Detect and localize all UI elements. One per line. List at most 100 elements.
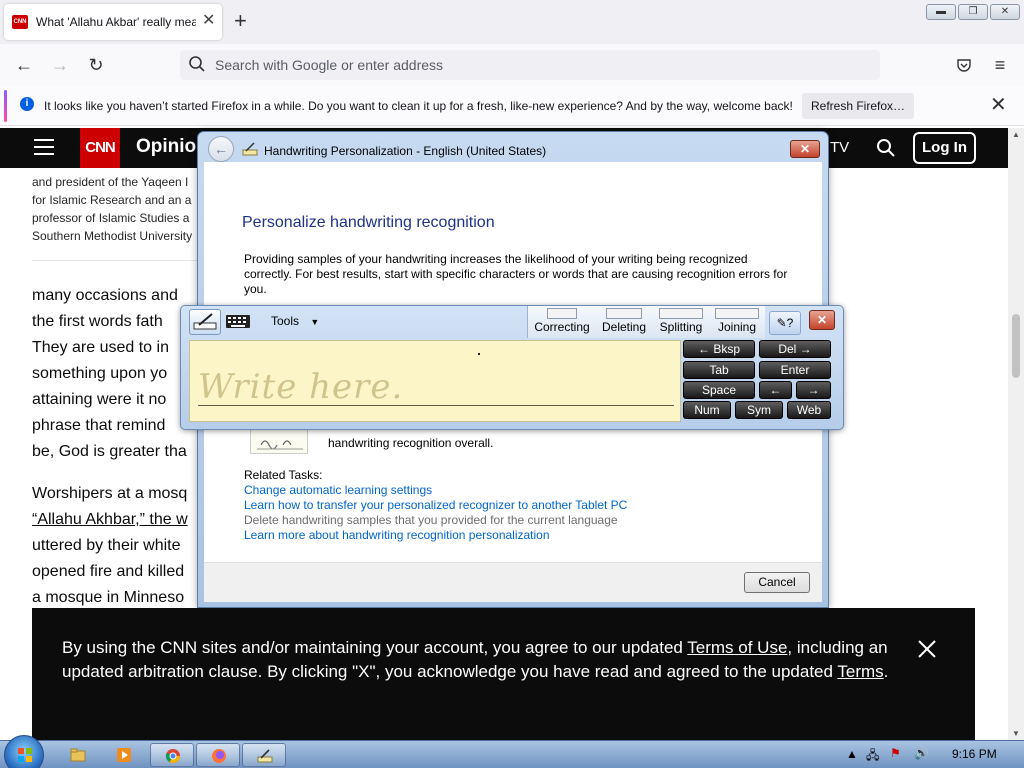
tv-link[interactable]: TV [830,139,849,156]
back-arrow-icon[interactable]: ← [208,136,234,162]
cnn-favicon-icon: CNN [12,15,28,29]
gesture-label: Correcting [534,320,590,334]
scroll-up-icon[interactable]: ▲ [1012,130,1020,139]
cookie-text-part: . [883,662,889,681]
scroll-thumb[interactable] [1012,314,1020,378]
gesture-splitting[interactable]: Splitting [656,308,706,334]
writing-pad-icon [193,313,217,330]
article-line: They are used to in [32,339,169,356]
cookie-banner: By using the CNN sites and/or maintainin… [32,608,975,740]
taskbar: ▲ 🖧 ⚑ 🔊 9:16 PM [0,735,1024,768]
cookie-close-icon[interactable] [916,638,938,660]
cnn-search-icon[interactable] [876,138,896,158]
cookie-text: By using the CNN sites and/or maintainin… [62,636,902,684]
dialog-description: Providing samples of your handwriting in… [244,252,788,296]
scroll-down-icon[interactable]: ▼ [1012,729,1020,738]
menu-icon[interactable]: ≡ [988,53,1012,77]
gesture-joining[interactable]: Joining [712,308,762,334]
firefox-icon [212,749,226,763]
restore-button[interactable]: ❐ [958,4,988,20]
taskbar-input-panel[interactable] [242,743,286,767]
notification-close-icon[interactable]: ✕ [990,94,1007,116]
overall-text: handwriting recognition overall. [328,436,494,450]
refresh-firefox-button[interactable]: Refresh Firefox… [802,93,914,119]
input-panel-icon [257,749,273,763]
tab-close-icon[interactable]: ✕ [202,12,215,30]
related-tasks-label: Related Tasks: [244,468,323,482]
address-bar[interactable]: Search with Google or enter address [180,50,880,80]
cancel-button[interactable]: Cancel [744,572,810,593]
network-icon[interactable]: 🖧 [866,746,879,767]
author-bio-line: for Islamic Research and an a [32,193,192,207]
dropdown-arrow-icon: ▼ [310,317,320,327]
article-link[interactable]: “Allahu Akhbar,” the w [32,511,202,529]
forward-icon[interactable]: → [48,53,72,77]
gesture-label: Deleting [601,320,647,334]
dialog-title: Handwriting Personalization - English (U… [264,144,547,158]
write-here-hint: Write here. [198,367,404,407]
login-button[interactable]: Log In [913,132,976,164]
gesture-deleting[interactable]: Deleting [598,308,650,334]
terms-link[interactable]: Terms [837,662,883,681]
taskbar-firefox[interactable] [196,743,240,767]
hamburger-menu-icon[interactable] [34,139,54,157]
dialog-close-button[interactable]: ✕ [790,140,820,158]
sym-key[interactable]: Sym [735,401,783,419]
new-tab-button[interactable]: + [234,9,247,33]
link-learn-more[interactable]: Learn more about handwriting recognition… [244,528,550,542]
minimize-button[interactable]: ▬ [926,4,956,20]
taskbar-chrome[interactable] [150,743,194,767]
start-button[interactable] [4,735,44,768]
page-scrollbar[interactable]: ▲ ▼ [1008,128,1024,740]
joining-icon [715,308,759,319]
web-key[interactable]: Web [787,401,831,419]
clock[interactable]: 9:16 PM [952,747,997,761]
notification-bar: i It looks like you haven’t started Fire… [0,86,1024,126]
writing-pad-mode-button[interactable] [189,309,221,335]
gesture-label: Joining [717,320,757,334]
num-key[interactable]: Num [683,401,731,419]
keyboard-mode-button[interactable] [223,309,255,335]
left-arrow-key[interactable]: ← [759,381,792,399]
window-close-button[interactable]: ✕ [990,4,1020,20]
dialog-heading: Personalize handwriting recognition [242,214,495,231]
space-key[interactable]: Space [683,381,755,399]
cnn-logo[interactable]: CNN [80,128,120,168]
notification-accent [4,90,7,122]
tab-key[interactable]: Tab [683,361,755,379]
ink-dot [478,353,480,355]
backspace-key[interactable]: ← Bksp [683,340,755,358]
handwriting-sample-icon [257,440,303,450]
notification-text: It looks like you haven’t started Firefo… [44,99,793,113]
tools-menu[interactable]: Tools ▼ [271,314,319,328]
terms-of-use-link[interactable]: Terms of Use [687,638,787,657]
delete-key[interactable]: Del → [759,340,831,358]
taskbar-explorer[interactable] [56,743,100,767]
handwriting-sample-thumbnail[interactable] [250,426,308,454]
help-pen-icon[interactable]: ✎? [769,311,801,335]
gesture-correcting[interactable]: Correcting [532,308,592,334]
back-icon[interactable]: ← [12,53,36,77]
folder-icon [70,748,86,762]
address-placeholder: Search with Google or enter address [215,57,444,73]
author-bio-line: and president of the Yaqeen I [32,175,189,189]
right-arrow-key[interactable]: → [796,381,831,399]
article-line: the first words fath [32,313,163,330]
reload-icon[interactable]: ↻ [84,53,108,77]
taskbar-media-player[interactable] [102,743,146,767]
tray-expand-icon[interactable]: ▲ [846,747,858,761]
volume-icon[interactable]: 🔊 [914,746,929,760]
pocket-icon[interactable] [956,57,972,73]
link-change-learning-settings[interactable]: Change automatic learning settings [244,483,432,497]
input-panel-close-button[interactable]: ✕ [809,310,835,330]
browser-tab[interactable]: CNN What 'Allahu Akbar' really mean ✕ [4,4,222,40]
action-center-icon[interactable]: ⚑ [890,746,901,760]
media-player-icon [117,748,131,762]
enter-key[interactable]: Enter [759,361,831,379]
article-line: be, God is greater tha [32,443,187,460]
link-transfer-recognizer[interactable]: Learn how to transfer your personalized … [244,498,627,512]
article-line: opened fire and killed [32,563,185,580]
writing-area[interactable]: Write here. [189,340,681,422]
cookie-text-part: By using the CNN sites and/or maintainin… [62,638,688,657]
keyboard-icon [226,315,250,328]
